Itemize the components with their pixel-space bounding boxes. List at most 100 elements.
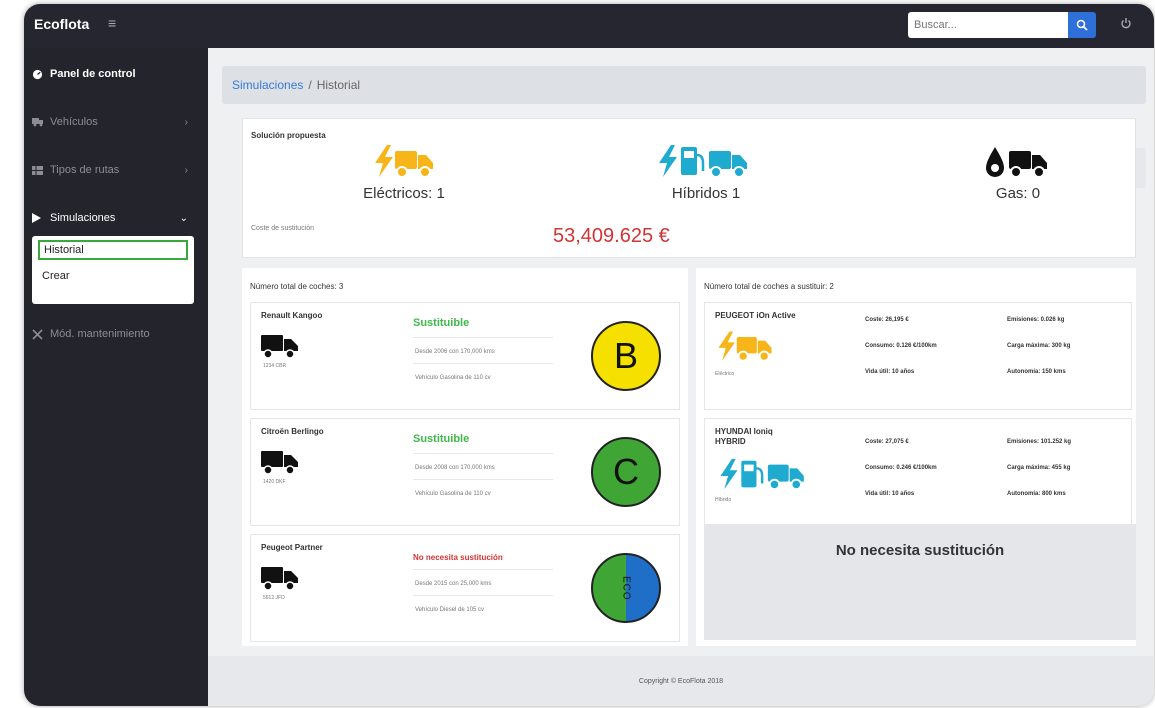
dashboard-icon xyxy=(32,69,46,80)
status-badge: Sustituible xyxy=(413,317,470,329)
gas-group: Gas: 0 xyxy=(963,143,1073,202)
footer: Copyright © EcoFlota 2018 xyxy=(208,656,1154,706)
copyright-text: Copyright © EcoFlota 2018 xyxy=(638,677,724,685)
total-cars-panel: Número total de coches: 3 Renault Kangoo… xyxy=(242,268,688,646)
sidebar-item-vehiculos[interactable]: Vehículos › xyxy=(32,112,202,132)
spec-carga: Carga máxima: 300 kg xyxy=(1007,343,1071,349)
power-icon[interactable] xyxy=(1120,16,1132,34)
car-detail: Vehículo Diesel de 105 cv xyxy=(415,607,485,613)
replacement-title: Número total de coches a sustituir: 2 xyxy=(704,282,834,291)
table-icon xyxy=(32,165,46,175)
plate-text: 1420 DKF xyxy=(263,479,286,485)
cost-label: Coste de sustitución xyxy=(251,225,315,232)
car-card[interactable]: Renault Kangoo 1234 CBR Sustituible Desd… xyxy=(250,302,680,410)
simulaciones-submenu: Historial Crear xyxy=(32,236,194,304)
divider xyxy=(413,569,553,570)
plate-text: 1234 CBR xyxy=(263,363,287,369)
spec-emisiones: Emisiones: 0.026 kg xyxy=(1007,317,1065,323)
no-need-box: No necesita sustitución xyxy=(704,524,1136,640)
no-need-text: No necesita sustitución xyxy=(835,542,1005,559)
chevron-right-icon: › xyxy=(184,164,188,176)
submenu-item-historial[interactable]: Historial xyxy=(38,240,188,260)
truck-icon xyxy=(261,335,298,359)
electric-truck-icon xyxy=(718,331,772,362)
hybrid-truck-icon xyxy=(720,458,804,491)
car-detail: Desde 2015 con 25,000 kms xyxy=(415,581,492,587)
divider xyxy=(413,453,553,454)
divider xyxy=(413,595,553,596)
car-name: Peugeot Partner xyxy=(261,543,323,552)
hamburger-icon[interactable]: ≡ xyxy=(108,15,116,31)
hybrid-group: Híbridos 1 xyxy=(641,143,771,202)
spec-coste: Coste: 27,075 € xyxy=(865,439,909,445)
scroll-handle[interactable] xyxy=(1136,148,1146,188)
car-card[interactable]: Citroën Berlingo 1420 DKF Sustituible De… xyxy=(250,418,680,526)
gas-truck-icon xyxy=(986,147,1047,178)
proposal-panel: Solución propuesta Eléctricos: 1 Híbrido… xyxy=(242,118,1136,258)
spec-emisiones: Emisiones: 101.252 kg xyxy=(1007,439,1072,445)
sidebar: Panel de control Vehículos › Tipos de ru… xyxy=(24,48,208,706)
car-detail: Vehículo Gasolina de 110 cv xyxy=(415,491,491,497)
car-detail: Desde 2006 con 170,000 kms xyxy=(415,349,495,355)
gas-count: Gas: 0 xyxy=(995,185,1041,202)
search-icon xyxy=(1076,19,1088,31)
breadcrumb-current: Historial xyxy=(316,78,361,92)
divider xyxy=(413,479,553,480)
replacement-card[interactable]: PEUGEOT iOn Active Eléctrico Coste: 26,1… xyxy=(704,302,1132,410)
sidebar-item-label: Simulaciones xyxy=(50,212,116,224)
submenu-item-crear[interactable]: Crear xyxy=(38,266,70,286)
spec-carga: Carga máxima: 455 kg xyxy=(1007,465,1071,471)
chevron-down-icon: ⌄ xyxy=(179,212,188,224)
spec-autonomia: Autonomía: 150 kms xyxy=(1007,369,1066,375)
replacement-cost: 53,409.625 € xyxy=(553,225,670,247)
spec-consumo: Consumo: 0.126 €/100km xyxy=(865,343,937,349)
sidebar-item-label: Tipos de rutas xyxy=(50,164,120,176)
sidebar-item-panel-control[interactable]: Panel de control xyxy=(32,64,136,84)
sidebar-item-label: Vehículos xyxy=(50,116,98,128)
brand-logo[interactable]: Ecoflota xyxy=(34,16,89,32)
status-badge: Sustituible xyxy=(413,433,470,445)
spec-vida-util: Vida útil: 10 años xyxy=(865,369,915,375)
spec-consumo: Consumo: 0.246 €/100km xyxy=(865,465,937,471)
badge-letter: B xyxy=(613,335,638,376)
spec-vida-util: Vida útil: 10 años xyxy=(865,491,915,497)
spec-coste: Coste: 26,195 € xyxy=(865,317,909,323)
truck-icon xyxy=(261,451,298,475)
play-icon xyxy=(32,213,46,223)
car-card[interactable]: Peugeot Partner 5612 JFD No necesita sus… xyxy=(250,534,680,642)
car-name: HYUNDAI Ioniq HYBRID xyxy=(715,427,773,446)
sidebar-item-simulaciones[interactable]: Simulaciones ⌄ xyxy=(32,208,202,228)
vehicle-type: Híbrido xyxy=(715,497,732,503)
sidebar-item-tipos-rutas[interactable]: Tipos de rutas › xyxy=(32,160,202,180)
wrench-icon xyxy=(32,328,46,340)
truck-icon xyxy=(261,567,298,591)
replacement-card[interactable]: HYUNDAI Ioniq HYBRID Híbrido Coste: 27,0… xyxy=(704,418,1132,526)
sidebar-item-mantenimiento[interactable]: Mód. mantenimiento xyxy=(32,324,150,344)
badge-letter: C xyxy=(613,451,639,492)
hybrid-count: Híbridos 1 xyxy=(671,185,741,202)
search-button[interactable] xyxy=(1068,12,1096,38)
badge-letter: ECO xyxy=(620,575,632,601)
hybrid-truck-icon xyxy=(659,145,747,178)
car-detail: Desde 2008 con 170,000 kms xyxy=(415,465,495,471)
search-input[interactable] xyxy=(908,12,1068,38)
breadcrumb-link-simulaciones[interactable]: Simulaciones xyxy=(232,78,303,92)
car-name: PEUGEOT iOn Active xyxy=(715,311,796,320)
top-navbar: Ecoflota ≡ xyxy=(24,4,1154,48)
environmental-label-c: C xyxy=(591,437,661,507)
environmental-label-b: B xyxy=(591,321,661,391)
breadcrumb-separator: / xyxy=(308,78,312,92)
environmental-label-eco: ECO xyxy=(591,553,661,623)
plate-text: 5612 JFD xyxy=(263,595,285,601)
sidebar-item-label: Panel de control xyxy=(50,68,136,80)
chevron-right-icon: › xyxy=(184,116,188,128)
breadcrumb: Simulaciones / Historial xyxy=(222,66,1146,104)
total-cars-title: Número total de coches: 3 xyxy=(250,282,344,291)
sidebar-item-label: Mód. mantenimiento xyxy=(50,328,150,340)
car-detail: Vehículo Gasolina de 110 cv xyxy=(415,375,491,381)
divider xyxy=(413,363,553,364)
car-name: Citroën Berlingo xyxy=(261,427,324,436)
car-name: Renault Kangoo xyxy=(261,311,323,320)
electric-truck-icon xyxy=(375,145,433,178)
truck-icon xyxy=(32,117,46,127)
